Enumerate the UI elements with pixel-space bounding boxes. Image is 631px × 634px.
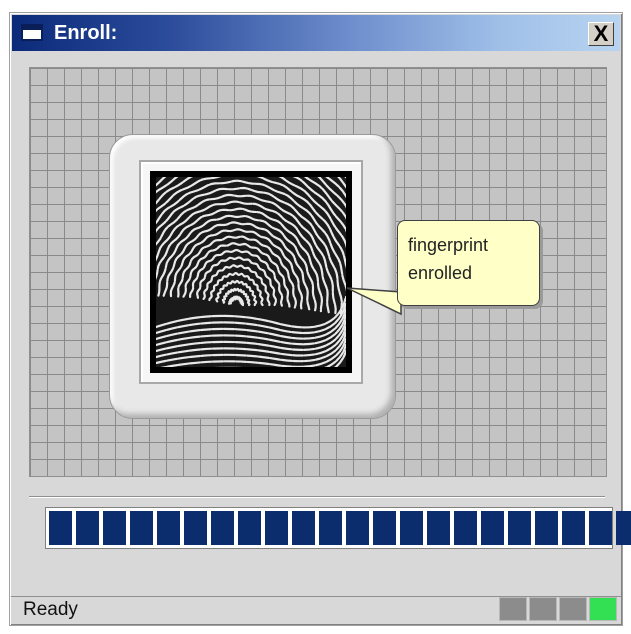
progress-segment bbox=[103, 511, 126, 545]
status-bar: Ready bbox=[11, 596, 621, 623]
progress-segment bbox=[238, 511, 261, 545]
callout-line-1: fingerprint bbox=[408, 235, 489, 255]
progress-segment bbox=[130, 511, 153, 545]
progress-segment bbox=[508, 511, 531, 545]
divider bbox=[29, 496, 605, 498]
window-icon bbox=[21, 24, 43, 41]
progress-segment bbox=[589, 511, 612, 545]
progress-segment bbox=[157, 511, 180, 545]
status-indicator-light bbox=[499, 597, 527, 621]
enroll-progress-bar bbox=[45, 507, 631, 549]
progress-segment bbox=[427, 511, 450, 545]
progress-segment bbox=[562, 511, 585, 545]
progress-segment bbox=[211, 511, 234, 545]
progress-segment bbox=[373, 511, 396, 545]
status-callout: fingerprint enrolled bbox=[397, 220, 540, 306]
sensor-frame bbox=[109, 134, 396, 419]
fingerprint-icon bbox=[156, 177, 346, 367]
progress-segment bbox=[265, 511, 288, 545]
progress-segment bbox=[319, 511, 342, 545]
capture-panel: fingerprint enrolled bbox=[29, 67, 607, 477]
callout-pointer bbox=[346, 287, 402, 316]
title-bar[interactable]: Enroll: X bbox=[12, 15, 620, 51]
progress-segment bbox=[535, 511, 558, 545]
progress-segment bbox=[400, 511, 423, 545]
status-indicator-light bbox=[559, 597, 587, 621]
status-indicator-light bbox=[529, 597, 557, 621]
fingerprint-image bbox=[150, 171, 352, 373]
progress-segment bbox=[292, 511, 315, 545]
window-title: Enroll: bbox=[54, 22, 118, 44]
callout-line-2: enrolled bbox=[408, 263, 473, 283]
sensor-window bbox=[139, 160, 363, 384]
status-indicator-light bbox=[589, 597, 617, 621]
progress-segment bbox=[184, 511, 207, 545]
progress-segment bbox=[454, 511, 477, 545]
status-text: Ready bbox=[23, 599, 78, 620]
close-icon: X bbox=[593, 21, 609, 46]
progress-segment bbox=[49, 511, 72, 545]
progress-segment bbox=[616, 511, 631, 545]
progress-segment bbox=[346, 511, 369, 545]
close-button[interactable]: X bbox=[588, 22, 614, 46]
callout-text: fingerprint enrolled bbox=[408, 231, 533, 287]
progress-segment bbox=[481, 511, 504, 545]
status-indicators bbox=[499, 597, 617, 621]
progress-segment bbox=[76, 511, 99, 545]
